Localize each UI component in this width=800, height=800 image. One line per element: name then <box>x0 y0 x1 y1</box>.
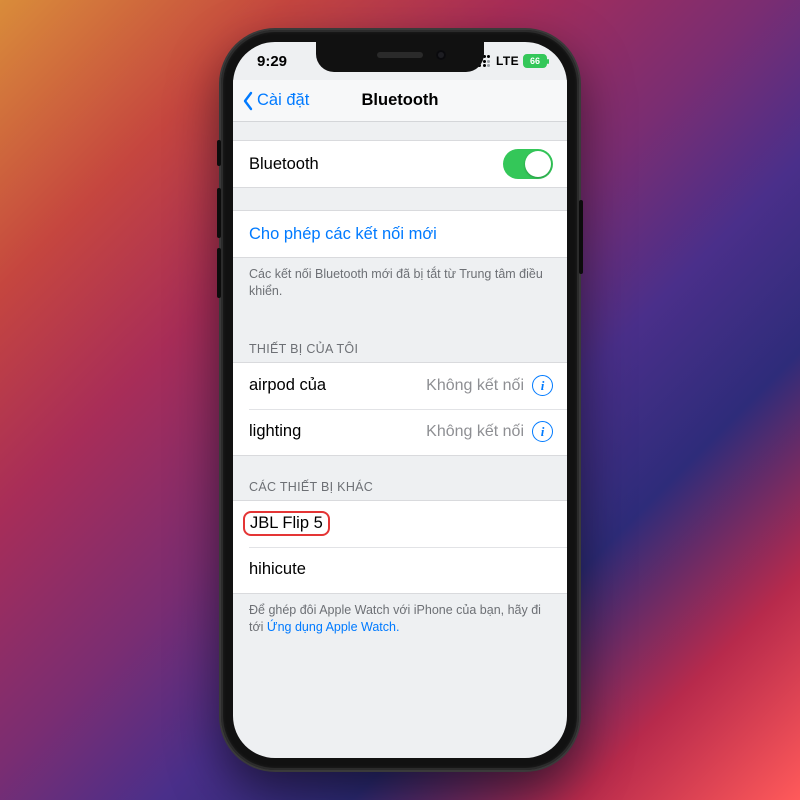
group-other-devices: JBL Flip 5 hihicute <box>233 500 567 594</box>
device-status: Không kết nối <box>426 377 524 395</box>
nav-bar: Cài đặt Bluetooth <box>233 80 567 122</box>
other-device-name: hihicute <box>249 560 306 579</box>
info-icon[interactable]: i <box>532 421 553 442</box>
content-scroll[interactable]: Bluetooth Cho phép các kết nối mới Các k… <box>233 122 567 758</box>
row-allow-new-connections[interactable]: Cho phép các kết nối mới <box>233 211 567 257</box>
apple-watch-app-link[interactable]: Ứng dụng Apple Watch. <box>267 620 400 634</box>
allow-new-note: Các kết nối Bluetooth mới đã bị tắt từ T… <box>233 258 567 318</box>
bluetooth-label: Bluetooth <box>249 155 319 174</box>
device-name: airpod của <box>249 376 326 395</box>
screen: 9:29 LTE 66 Cài đặt Blueto <box>233 42 567 758</box>
phone-frame: 9:29 LTE 66 Cài đặt Blueto <box>221 30 579 770</box>
bluetooth-switch[interactable] <box>503 149 553 179</box>
other-device-name: JBL Flip 5 <box>243 511 330 536</box>
device-name: lighting <box>249 422 301 441</box>
status-time: 9:29 <box>257 53 287 70</box>
network-type: LTE <box>496 54 519 68</box>
chevron-left-icon <box>241 91 255 111</box>
battery-icon: 66 <box>523 54 547 68</box>
device-status: Không kết nối <box>426 423 524 441</box>
volume-up-button <box>217 188 221 238</box>
apple-watch-note: Để ghép đôi Apple Watch với iPhone của b… <box>233 594 567 654</box>
other-device-row[interactable]: hihicute <box>233 547 567 593</box>
group-my-devices: airpod của Không kết nối i lighting Khôn… <box>233 362 567 456</box>
header-other-devices: CÁC THIẾT BỊ KHÁC <box>233 456 567 500</box>
mute-switch <box>217 140 221 166</box>
group-allow-new: Cho phép các kết nối mới <box>233 210 567 258</box>
page-title: Bluetooth <box>362 91 439 110</box>
other-device-row[interactable]: JBL Flip 5 <box>233 501 567 547</box>
battery-percent: 66 <box>530 56 540 66</box>
volume-down-button <box>217 248 221 298</box>
allow-new-label: Cho phép các kết nối mới <box>249 225 437 244</box>
back-button[interactable]: Cài đặt <box>241 80 309 121</box>
group-bluetooth-toggle: Bluetooth <box>233 140 567 188</box>
device-row[interactable]: airpod của Không kết nối i <box>233 363 567 409</box>
side-button <box>579 200 583 274</box>
back-label: Cài đặt <box>257 91 309 110</box>
header-my-devices: THIẾT BỊ CỦA TÔI <box>233 318 567 362</box>
row-bluetooth-toggle[interactable]: Bluetooth <box>233 141 567 187</box>
status-right: LTE 66 <box>478 54 547 68</box>
notch <box>316 42 484 72</box>
device-row[interactable]: lighting Không kết nối i <box>233 409 567 455</box>
info-icon[interactable]: i <box>532 375 553 396</box>
